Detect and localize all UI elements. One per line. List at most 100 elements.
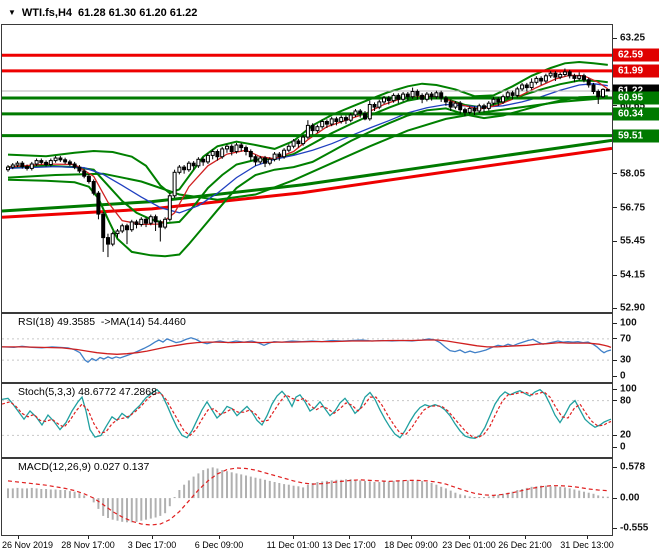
candle-up — [401, 93, 406, 100]
candle-down — [310, 124, 315, 132]
candle-down — [215, 151, 220, 158]
time-tick-label: 31 Dec 13:00 — [560, 540, 614, 550]
macd-tick-label: -0.555 — [620, 522, 649, 534]
candle-down — [420, 94, 425, 100]
candle-down — [472, 107, 477, 112]
candle-down — [344, 117, 348, 121]
time-tick-mark — [88, 536, 89, 539]
candle-down — [358, 110, 363, 115]
candle-down — [482, 105, 486, 109]
stoch-tick-label: 0 — [620, 441, 626, 453]
candle-up — [148, 216, 153, 224]
candle-up — [53, 157, 58, 162]
candle-up — [234, 144, 239, 152]
candle-up — [225, 145, 229, 150]
candle-down — [572, 75, 577, 79]
time-axis[interactable]: 26 Nov 2019 28 Nov 17:00 3 Dec 17:00 6 Dec … — [0, 536, 660, 556]
candle-down — [553, 72, 558, 78]
candle-up — [515, 88, 520, 96]
symbol-dropdown-arrow-icon[interactable]: ▼ — [8, 8, 16, 18]
candle-down — [44, 161, 49, 165]
price-chart-canvas — [2, 53, 612, 258]
candle-up — [477, 105, 482, 112]
candle-down — [158, 221, 163, 228]
stoch-tick-label: 100 — [620, 383, 637, 395]
candle-down — [334, 118, 339, 123]
candle-up — [434, 92, 439, 98]
stoch-tick-label: 20 — [620, 429, 632, 441]
candle-up — [120, 225, 125, 232]
candle-down — [415, 91, 420, 96]
candle-down — [20, 162, 25, 168]
candle-down — [25, 166, 29, 169]
candle-up — [220, 148, 225, 158]
candle-down — [372, 104, 377, 108]
candle-up — [315, 126, 320, 132]
time-tick-label: 11 Dec 01:00 — [266, 540, 320, 550]
stochastic-panel[interactable]: Stoch(5,3,3) 48.6772 47.2868 — [1, 383, 613, 458]
axis-tick-mark — [613, 274, 617, 276]
candle-down — [448, 101, 453, 108]
candle-up — [491, 98, 496, 104]
candle-down — [605, 88, 610, 92]
rsi-tick-label: 0 — [620, 370, 626, 382]
candle-up — [301, 136, 306, 145]
axis-tick-mark — [613, 307, 617, 309]
price-level-badge: 60.34 — [613, 107, 659, 121]
candle-down — [296, 140, 301, 145]
candle-down — [239, 144, 244, 149]
price-chart-panel[interactable] — [1, 24, 613, 313]
candle-up — [258, 157, 263, 163]
time-tick-mark — [587, 536, 588, 539]
candle-down — [596, 91, 601, 98]
candle-up — [348, 114, 353, 121]
price-scale[interactable]: 63.2561.9560.6559.3558.0556.7555.4554.15… — [613, 0, 660, 556]
candle-up — [110, 233, 115, 245]
candle-down — [91, 181, 96, 194]
candle-up — [339, 117, 344, 122]
candle-down — [253, 156, 258, 163]
candle-up — [486, 102, 491, 109]
macd-panel[interactable]: MACD(12,26,9) 0.027 0.137 — [1, 458, 613, 536]
candle-up — [377, 101, 382, 108]
candle-down — [96, 192, 101, 215]
candle-down — [134, 221, 139, 225]
chart-window: ▼ WTI.fs,H4 61.28 61.30 61.20 61.22 RSI(… — [0, 0, 660, 560]
axis-tick-mark — [613, 207, 617, 209]
candle-down — [106, 237, 110, 245]
candle-down — [125, 225, 129, 231]
axis-tick-mark — [613, 388, 617, 390]
candle-up — [320, 121, 325, 128]
rsi-label: RSI(18) 49.3585 ->MA(14) 54.4460 — [18, 316, 186, 328]
candle-up — [505, 92, 510, 98]
candle-down — [458, 102, 463, 111]
candle-up — [15, 162, 20, 166]
candle-down — [244, 147, 248, 152]
time-tick-label: 28 Nov 17:00 — [61, 540, 115, 550]
candle-up — [172, 171, 177, 197]
price-level-badge: 60.95 — [613, 91, 659, 105]
price-tick-label: 52.90 — [620, 302, 646, 314]
axis-tick-mark — [613, 240, 617, 242]
candle-down — [429, 93, 434, 98]
axis-tick-mark — [613, 434, 617, 436]
axis-tick-mark — [613, 400, 617, 402]
macd-tick-label: 0.00 — [620, 492, 640, 504]
time-tick-mark — [18, 536, 19, 539]
time-tick-label: 26 Nov 2019 — [2, 540, 54, 550]
price-tick-label: 54.15 — [620, 269, 646, 281]
candle-down — [277, 153, 282, 158]
price-tick-label: 63.25 — [620, 32, 646, 44]
candle-down — [463, 109, 467, 113]
time-tick-mark — [293, 536, 294, 539]
candle-down — [586, 79, 591, 86]
rsi-panel[interactable]: RSI(18) 49.3585 ->MA(14) 54.4460 — [1, 313, 613, 383]
candle-down — [510, 92, 515, 96]
price-tick-label: 55.45 — [620, 235, 646, 247]
candle-up — [391, 94, 396, 102]
candle-up — [196, 158, 201, 167]
axis-tick-mark — [613, 527, 617, 529]
candle-up — [534, 77, 539, 83]
candle-up — [267, 158, 272, 164]
candle-down — [496, 98, 501, 103]
